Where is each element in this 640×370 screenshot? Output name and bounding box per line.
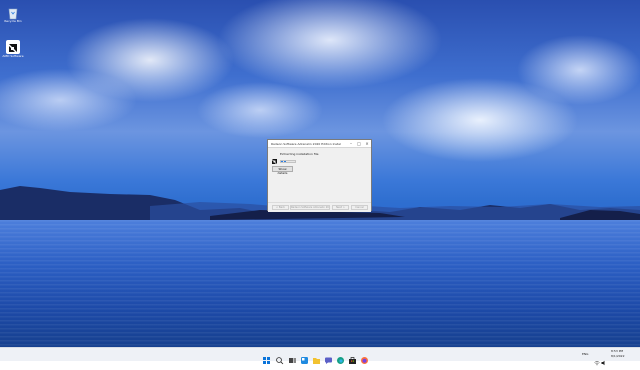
minimize-icon[interactable]: – [348,141,354,146]
clock-time[interactable]: 8:53 PM [611,349,623,353]
taskbar: ENG 8:53 PM 8/1/2022 [0,347,640,366]
amd-logo-icon [271,150,278,164]
desktop-icon-label: AMD Software [2,54,24,58]
window-footer: < Back Radeon Software Adrenalin 2020 Ed… [268,202,371,212]
volume-icon[interactable] [601,351,607,370]
lake-water [0,220,640,347]
edge-icon[interactable] [336,350,345,364]
desktop-shortcut-recycle-bin[interactable]: Recycle Bin [2,5,24,23]
progress-bar [280,160,296,163]
window-title: Radeon Software Adrenalin 2020 Edition I… [271,141,341,146]
maximize-icon[interactable]: □ [356,141,362,146]
task-view-icon[interactable] [288,350,297,363]
progress-fill [281,161,286,162]
widgets-icon[interactable] [300,350,309,364]
recycle-bin-icon [6,5,20,20]
clock-date[interactable]: 8/1/2022 [611,354,624,358]
desktop-shortcut-amd[interactable]: AMD Software [2,40,24,58]
file-explorer-icon[interactable] [312,350,321,364]
language-indicator[interactable]: ENG [582,352,588,356]
cancel-button[interactable]: Cancel [351,205,368,210]
search-icon[interactable] [275,350,284,365]
window-body: Extracting installation file Show detail… [268,148,371,212]
branding-label: Radeon Software Adrenalin 2020 Edition [290,205,330,210]
status-text: Extracting installation file [280,151,319,156]
show-details-button[interactable]: Show details [272,166,293,175]
desktop-icon-label: Recycle Bin [4,19,22,23]
firefox-icon[interactable] [360,350,369,364]
amd-app-icon [6,40,20,54]
window-titlebar[interactable]: Radeon Software Adrenalin 2020 Edition I… [268,140,371,148]
wifi-icon[interactable] [594,351,600,370]
back-button[interactable]: < Back [272,205,289,210]
start-icon[interactable] [262,350,271,364]
chat-icon[interactable] [324,350,333,364]
next-button[interactable]: Next > [332,205,349,210]
close-icon[interactable]: × [364,141,370,146]
store-icon[interactable] [348,350,357,364]
installer-window: Radeon Software Adrenalin 2020 Edition I… [267,139,372,212]
